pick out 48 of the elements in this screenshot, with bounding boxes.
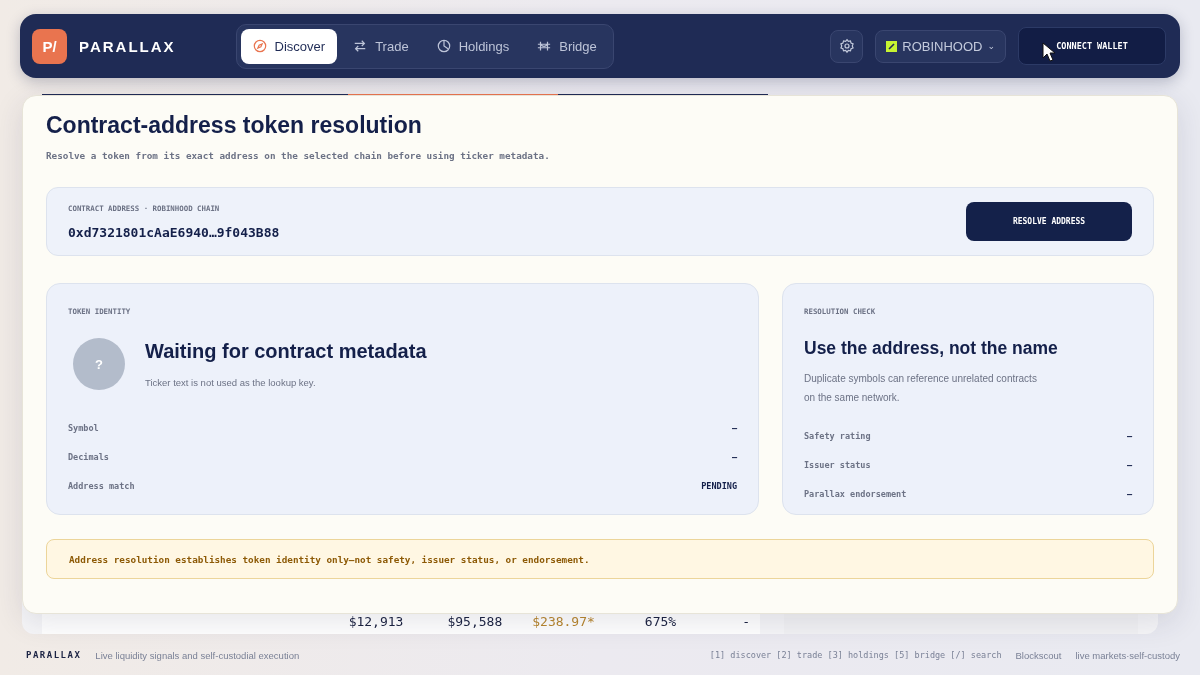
table-cell-text: $238.97* [532,614,595,631]
row-label: Symbol [68,423,99,433]
table-cell-text: $95,588 [447,614,503,631]
row-label: Safety rating [804,431,871,441]
table-cell-text: - [742,614,750,631]
network-selector[interactable]: ROBINHOOD ⌄ [875,29,1006,63]
card-title: Use the address, not the name [804,338,1058,359]
card-note: Duplicate symbols can reference unrelated contracts on the same network. [804,372,1038,405]
address-value: 0xd7321801cAaE6940…9f043B88 [68,224,281,240]
row-value: – [1126,460,1132,470]
keyboard-shortcuts: [1] discover [2] trade [3] holdings [5] bridge [/] search [709,650,1002,660]
nav-tab[interactable]: Holdings [424,28,522,64]
settings-icon [838,38,855,54]
nav-tab[interactable]: Bridge [525,28,609,64]
footer-brand: PARALLAX [26,650,82,660]
connect-wallet-button[interactable]: CONNECT WALLET [1018,27,1166,65]
table-cell-text: 675% [644,614,677,631]
row-label: Decimals [68,452,109,462]
row-value: – [731,423,737,433]
card-title: Waiting for contract metadata [145,339,427,363]
row-label: Issuer status [804,460,871,470]
brand-name: PARALLAX [79,37,176,55]
card-note: Ticker text is not used as the lookup key. [145,376,317,389]
dialog-title: Contract-address token resolution [46,112,423,139]
resolve-address-button[interactable]: RESOLVE ADDRESS [966,202,1132,241]
row-value: – [731,452,737,462]
row-label: Address match [68,481,135,491]
nav-tab[interactable]: Discover [240,28,338,64]
nav-tab[interactable]: Trade [341,28,421,64]
cursor-icon [1042,42,1056,62]
notice-banner: Address resolution establishes token identity only—not safety, issuer status, or endorsement. [46,539,1154,579]
dialog-subtitle: Resolve a token from its exact address on the selected chain before using ticker metadata. [46,150,551,161]
bridge-icon [537,39,552,53]
row-value: PENDING [701,481,737,491]
settings-button[interactable] [830,29,864,63]
footer-tagline: Live liquidity signals and self-custodial execution [95,649,300,661]
compass-icon [252,39,267,53]
status-text: live markets·self-custody [1075,649,1180,661]
logo-mark: P/ [32,28,67,64]
table-cell-text: $12,913 [348,614,404,631]
swap-arrows-icon [353,39,368,53]
chain-icon [886,40,898,52]
token-avatar: ? [73,338,125,390]
row-value: – [1126,489,1132,499]
row-value: – [1126,431,1132,441]
explorer-link[interactable]: Blockscout [1015,649,1062,661]
pie-chart-icon [436,39,451,53]
row-label: Parallax endorsement [804,489,907,499]
